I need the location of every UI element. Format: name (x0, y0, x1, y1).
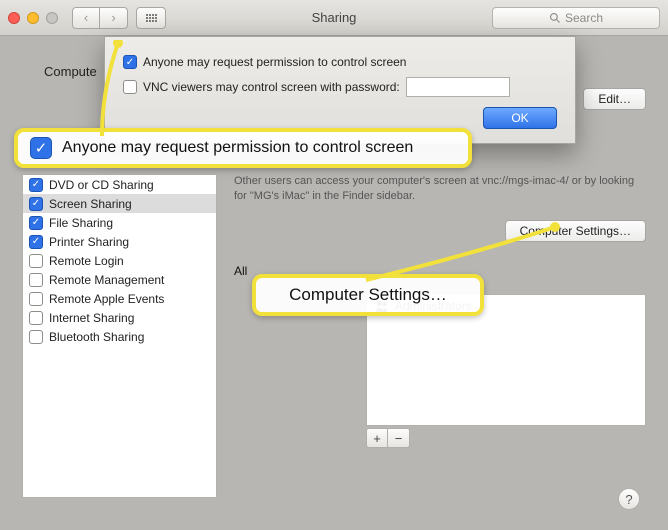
screen-sharing-info-text: Other users can access your computer's s… (234, 174, 646, 204)
service-checkbox[interactable] (29, 292, 43, 306)
vnc-viewers-label: VNC viewers may control screen with pass… (143, 80, 400, 94)
services-list[interactable]: ✓ DVD or CD Sharing ✓ Screen Sharing ✓ File S… (22, 174, 217, 498)
search-field[interactable]: Search (492, 7, 660, 29)
service-checkbox[interactable]: ✓ (29, 216, 43, 230)
service-label: File Sharing (49, 216, 113, 230)
window-title: Sharing (312, 10, 357, 25)
service-label: Remote Management (49, 273, 164, 287)
show-all-prefs-button[interactable] (136, 7, 166, 29)
service-detail-pane: Other users can access your computer's s… (234, 174, 646, 498)
ok-button[interactable]: OK (483, 107, 557, 129)
grid-icon (146, 14, 157, 22)
vnc-viewers-checkbox[interactable] (123, 80, 137, 94)
service-checkbox[interactable] (29, 254, 43, 268)
service-checkbox[interactable]: ✓ (29, 178, 43, 192)
remove-user-button[interactable]: − (388, 428, 410, 448)
service-label: DVD or CD Sharing (49, 178, 154, 192)
checked-checkbox-icon: ✓ (30, 137, 52, 159)
service-item-bluetooth-sharing[interactable]: Bluetooth Sharing (23, 327, 216, 346)
service-label: Printer Sharing (49, 235, 129, 249)
service-checkbox[interactable] (29, 311, 43, 325)
service-item-dvd-or-cd-sharing[interactable]: ✓ DVD or CD Sharing (23, 175, 216, 194)
computer-settings-button[interactable]: Computer Settings… (505, 220, 646, 242)
window-titlebar: ‹ › Sharing Search (0, 0, 668, 36)
add-remove-buttons: + − (366, 428, 410, 448)
service-item-remote-management[interactable]: Remote Management (23, 270, 216, 289)
search-icon (549, 12, 561, 24)
nav-buttons: ‹ › (72, 7, 128, 29)
vnc-password-field[interactable] (406, 77, 510, 97)
sharing-content: ✓ DVD or CD Sharing ✓ Screen Sharing ✓ File S… (22, 174, 646, 516)
service-item-internet-sharing[interactable]: Internet Sharing (23, 308, 216, 327)
callout-text: Anyone may request permission to control… (62, 139, 413, 157)
minimize-window-icon[interactable] (27, 12, 39, 24)
service-label: Remote Apple Events (49, 292, 164, 306)
close-window-icon[interactable] (8, 12, 20, 24)
service-checkbox[interactable]: ✓ (29, 197, 43, 211)
service-item-file-sharing[interactable]: ✓ File Sharing (23, 213, 216, 232)
allow-access-label: All (234, 264, 247, 278)
service-item-screen-sharing[interactable]: ✓ Screen Sharing (23, 194, 216, 213)
add-user-button[interactable]: + (366, 428, 388, 448)
service-item-printer-sharing[interactable]: ✓ Printer Sharing (23, 232, 216, 251)
service-label: Screen Sharing (49, 197, 132, 211)
computer-name-label: Compute (44, 64, 97, 79)
callout-text: Computer Settings… (289, 285, 447, 305)
callout-computer-settings: Computer Settings… (252, 274, 484, 316)
service-label: Internet Sharing (49, 311, 134, 325)
service-checkbox[interactable]: ✓ (29, 235, 43, 249)
service-item-remote-apple-events[interactable]: Remote Apple Events (23, 289, 216, 308)
forward-button[interactable]: › (100, 7, 128, 29)
service-label: Bluetooth Sharing (49, 330, 144, 344)
edit-computer-name-button[interactable]: Edit… (583, 88, 646, 110)
service-item-remote-login[interactable]: Remote Login (23, 251, 216, 270)
anyone-may-request-checkbox[interactable]: ✓ (123, 55, 137, 69)
service-checkbox[interactable] (29, 273, 43, 287)
anyone-may-request-label: Anyone may request permission to control… (143, 55, 406, 69)
traffic-lights (8, 12, 58, 24)
callout-anyone-may-request: ✓ Anyone may request permission to contr… (14, 128, 472, 168)
zoom-window-icon (46, 12, 58, 24)
back-button[interactable]: ‹ (72, 7, 100, 29)
help-button[interactable]: ? (618, 488, 640, 510)
service-checkbox[interactable] (29, 330, 43, 344)
service-label: Remote Login (49, 254, 124, 268)
search-placeholder: Search (565, 11, 603, 25)
